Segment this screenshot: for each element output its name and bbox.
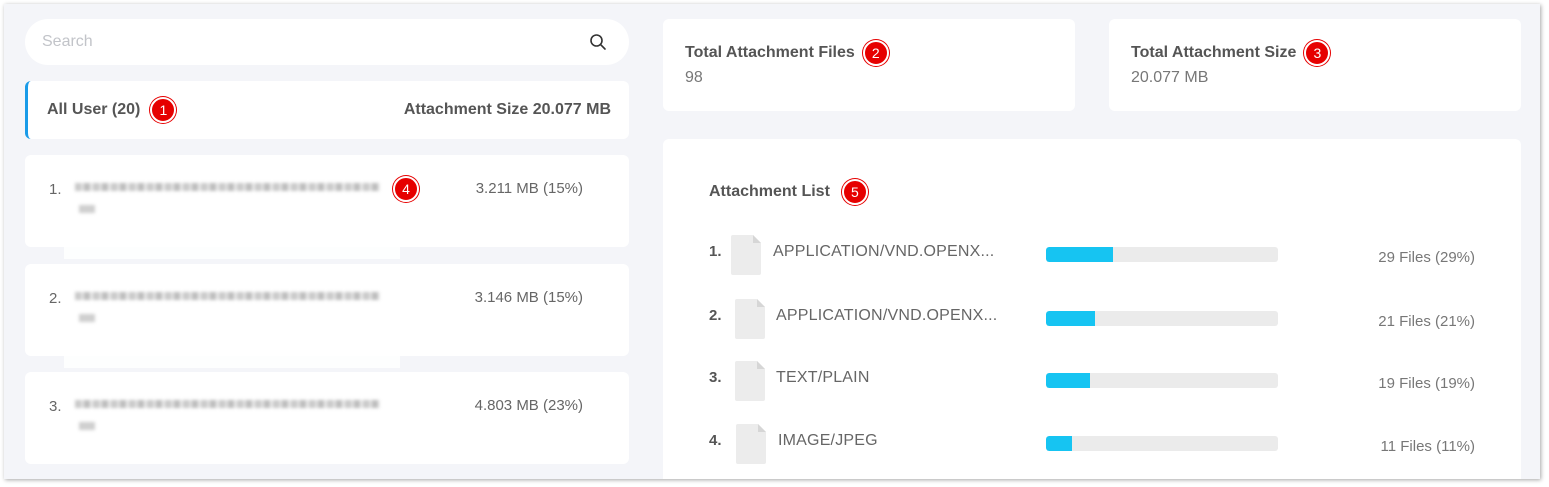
search-icon[interactable] bbox=[589, 33, 607, 51]
total-files-value: 98 bbox=[685, 69, 703, 86]
annotation-badge: 2 bbox=[862, 40, 889, 66]
total-files-card: Total Attachment Files 2 98 bbox=[663, 19, 1075, 111]
file-icon bbox=[731, 235, 761, 275]
attachment-progress-fill bbox=[1046, 247, 1114, 262]
attachment-progress-bar bbox=[1046, 436, 1278, 451]
user-index: 2. bbox=[49, 290, 62, 307]
file-icon bbox=[736, 424, 766, 464]
annotation-badge: 3 bbox=[1304, 40, 1331, 66]
file-icon bbox=[735, 299, 765, 339]
annotation-badge: 1 bbox=[150, 97, 177, 123]
attachment-list-title: Attachment List bbox=[709, 183, 830, 200]
attachment-count: 11 Files (11%) bbox=[1380, 438, 1475, 455]
attachment-row[interactable]: 1. APPLICATION/VND.OPENX... 29 Files (29… bbox=[663, 235, 1521, 279]
redacted-user-email bbox=[75, 288, 385, 330]
app-frame: All User (20) 1 Attachment Size 20.077 M… bbox=[4, 4, 1540, 479]
attachment-type: APPLICATION/VND.OPENX... bbox=[773, 243, 995, 260]
attachment-index: 4. bbox=[709, 432, 722, 449]
user-attachment-size: 4.803 MB (23%) bbox=[474, 397, 583, 414]
attachment-row[interactable]: 4. IMAGE/JPEG 11 Files (11%) bbox=[663, 424, 1521, 468]
attachment-count: 19 Files (19%) bbox=[1378, 375, 1475, 392]
all-users-title: All User (20) bbox=[47, 101, 141, 118]
attachment-index: 2. bbox=[709, 307, 722, 324]
search-input[interactable] bbox=[42, 33, 589, 51]
attachment-type: TEXT/PLAIN bbox=[776, 369, 870, 386]
annotation-badge: 5 bbox=[841, 179, 868, 205]
total-files-label: Total Attachment Files bbox=[685, 44, 855, 61]
user-list-item[interactable]: 3. 4.803 MB (23%) bbox=[25, 372, 629, 464]
total-size-label: Total Attachment Size bbox=[1131, 44, 1297, 61]
redacted-user-email bbox=[75, 396, 385, 438]
attachment-list-panel: Attachment List 5 1. APPLICATION/VND.OPE… bbox=[663, 139, 1521, 479]
user-list-item[interactable]: 2. 3.146 MB (15%) bbox=[25, 264, 629, 356]
user-index: 3. bbox=[49, 398, 62, 415]
attachment-count: 29 Files (29%) bbox=[1378, 249, 1475, 266]
divider bbox=[64, 243, 400, 259]
user-list-item[interactable]: 1. 4 3.211 MB (15%) bbox=[25, 155, 629, 247]
attachment-progress-bar bbox=[1046, 311, 1278, 326]
attachment-progress-fill bbox=[1046, 436, 1072, 451]
attachment-progress-fill bbox=[1046, 373, 1091, 388]
attachment-index: 1. bbox=[709, 243, 722, 260]
attachment-progress-bar bbox=[1046, 373, 1278, 388]
file-icon bbox=[735, 361, 765, 401]
user-attachment-size: 3.211 MB (15%) bbox=[475, 180, 583, 197]
user-index: 1. bbox=[49, 181, 62, 198]
attachment-progress-bar bbox=[1046, 247, 1278, 262]
attachment-progress-fill bbox=[1046, 311, 1095, 326]
total-size-card: Total Attachment Size 3 20.077 MB bbox=[1109, 19, 1521, 111]
total-size-value: 20.077 MB bbox=[1131, 69, 1209, 86]
attachment-row[interactable]: 2. APPLICATION/VND.OPENX... 21 Files (21… bbox=[663, 299, 1521, 343]
search-box[interactable] bbox=[25, 19, 629, 65]
redacted-user-email bbox=[75, 179, 385, 221]
attachment-index: 3. bbox=[709, 369, 722, 386]
attachment-type: IMAGE/JPEG bbox=[778, 432, 878, 449]
attachment-count: 21 Files (21%) bbox=[1378, 313, 1475, 330]
annotation-badge: 4 bbox=[393, 176, 419, 202]
attachment-size-total: Attachment Size 20.077 MB bbox=[403, 101, 611, 118]
all-users-row[interactable]: All User (20) 1 Attachment Size 20.077 M… bbox=[25, 81, 629, 139]
user-attachment-size: 3.146 MB (15%) bbox=[474, 289, 583, 306]
divider bbox=[64, 352, 400, 368]
attachment-type: APPLICATION/VND.OPENX... bbox=[776, 307, 998, 324]
attachment-row[interactable]: 3. TEXT/PLAIN 19 Files (19%) bbox=[663, 361, 1521, 405]
